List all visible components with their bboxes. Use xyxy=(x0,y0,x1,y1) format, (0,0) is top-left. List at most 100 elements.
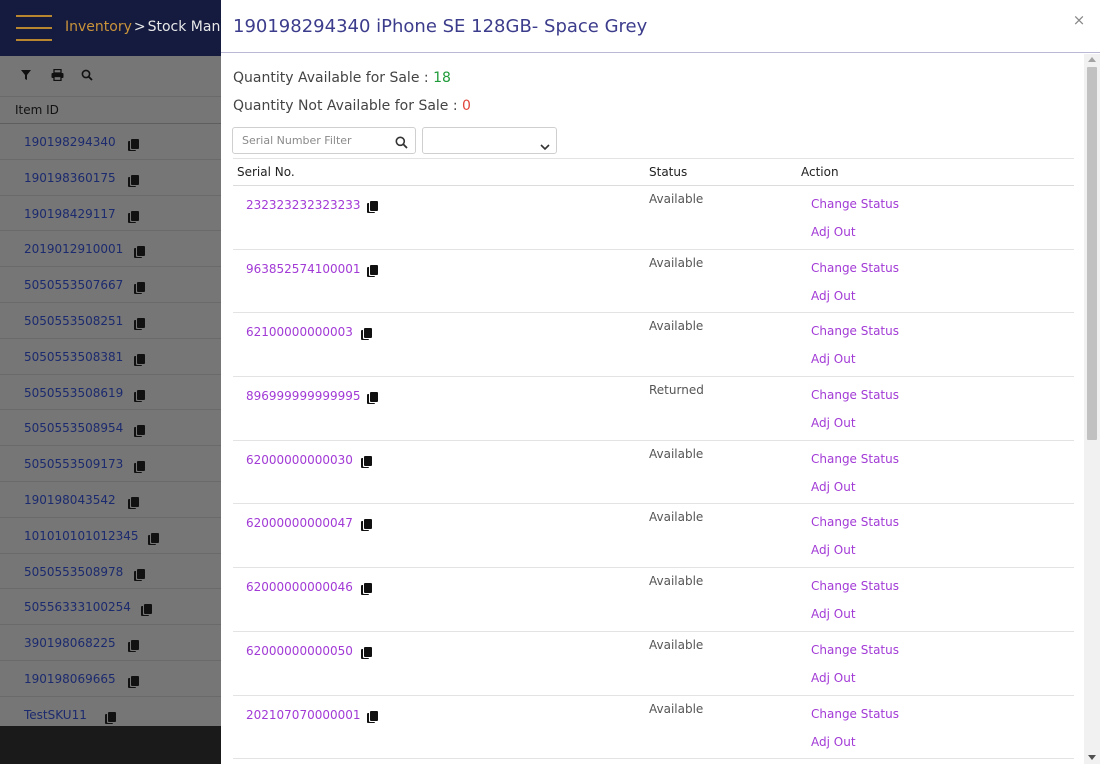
item-id-link[interactable]: 5050553508619 xyxy=(24,386,123,400)
copy-icon[interactable] xyxy=(134,243,146,259)
list-item[interactable]: 101010101012345 xyxy=(0,518,221,554)
item-id-link[interactable]: 5050553508381 xyxy=(24,350,123,364)
serial-number-filter-input[interactable] xyxy=(233,128,389,153)
change-status-link[interactable]: Change Status xyxy=(811,515,899,529)
search-icon[interactable] xyxy=(395,134,408,149)
item-id-link[interactable]: 190198043542 xyxy=(24,493,116,507)
scroll-down-arrow[interactable] xyxy=(1088,755,1096,760)
list-item[interactable]: 190198429117 xyxy=(0,196,221,232)
copy-icon[interactable] xyxy=(128,637,140,653)
print-icon[interactable] xyxy=(49,67,65,83)
copy-icon[interactable] xyxy=(105,709,117,724)
copy-icon[interactable] xyxy=(134,315,146,330)
copy-icon[interactable] xyxy=(134,422,146,438)
list-item[interactable]: 50556333100254 xyxy=(0,589,221,626)
scroll-up-arrow[interactable] xyxy=(1088,57,1096,62)
copy-icon[interactable] xyxy=(141,601,153,617)
item-id-link[interactable]: 5050553509173 xyxy=(24,457,123,471)
serial-number-link[interactable]: 62000000000030 xyxy=(246,453,353,467)
list-item[interactable]: 5050553508978 xyxy=(0,554,221,590)
item-id-link[interactable]: TestSKU11 xyxy=(24,708,87,722)
item-id-link[interactable]: 50556333100254 xyxy=(24,600,131,614)
change-status-link[interactable]: Change Status xyxy=(811,579,899,593)
status-filter-select[interactable] xyxy=(422,127,557,154)
copy-icon[interactable] xyxy=(134,351,146,366)
adj-out-link[interactable]: Adj Out xyxy=(811,735,856,749)
serial-number-link[interactable]: 62000000000050 xyxy=(246,644,353,658)
adj-out-link[interactable]: Adj Out xyxy=(811,607,856,621)
copy-icon[interactable] xyxy=(361,580,372,599)
adj-out-link[interactable]: Adj Out xyxy=(811,225,856,239)
item-id-link[interactable]: 190198294340 xyxy=(24,135,116,149)
copy-icon[interactable] xyxy=(361,453,372,472)
item-id-link[interactable]: 101010101012345 xyxy=(24,529,139,543)
serial-number-link[interactable]: 232323232323233 xyxy=(246,198,361,212)
list-item[interactable]: 190198069665 xyxy=(0,661,221,697)
adj-out-link[interactable]: Adj Out xyxy=(811,289,856,303)
copy-icon[interactable] xyxy=(128,208,140,223)
list-item[interactable]: 390198068225 xyxy=(0,625,221,661)
filter-icon[interactable] xyxy=(18,67,34,83)
copy-icon[interactable] xyxy=(134,387,146,402)
list-item[interactable]: 190198360175 xyxy=(0,160,221,196)
serial-number-link[interactable]: 963852574100001 xyxy=(246,262,361,276)
change-status-link[interactable]: Change Status xyxy=(811,707,899,721)
search-icon[interactable] xyxy=(79,67,95,83)
chevron-down-icon[interactable] xyxy=(540,136,550,151)
serial-number-link[interactable]: 62000000000046 xyxy=(246,580,353,594)
adj-out-link[interactable]: Adj Out xyxy=(811,543,856,557)
adj-out-link[interactable]: Adj Out xyxy=(811,671,856,685)
copy-icon[interactable] xyxy=(128,172,140,187)
item-id-link[interactable]: 5050553508978 xyxy=(24,565,123,579)
list-item[interactable]: 5050553508251 xyxy=(0,303,221,339)
copy-icon[interactable] xyxy=(367,198,378,217)
scrollbar-thumb[interactable] xyxy=(1087,67,1097,440)
serial-number-link[interactable]: 896999999999995 xyxy=(246,389,361,403)
list-item[interactable]: 5050553508954 xyxy=(0,410,221,447)
change-status-link[interactable]: Change Status xyxy=(811,261,899,275)
change-status-link[interactable]: Change Status xyxy=(811,452,899,466)
copy-icon[interactable] xyxy=(148,530,160,545)
adj-out-link[interactable]: Adj Out xyxy=(811,416,856,430)
item-id-link[interactable]: 5050553508954 xyxy=(24,421,123,435)
copy-icon[interactable] xyxy=(134,458,146,474)
copy-icon[interactable] xyxy=(361,516,372,535)
copy-icon[interactable] xyxy=(134,566,146,581)
copy-icon[interactable] xyxy=(128,136,140,151)
copy-icon[interactable] xyxy=(367,262,378,281)
list-item[interactable]: 190198294340 xyxy=(0,124,221,160)
serial-number-link[interactable]: 62000000000047 xyxy=(246,516,353,530)
list-item[interactable]: 2019012910001 xyxy=(0,231,221,268)
copy-icon[interactable] xyxy=(128,673,140,688)
item-id-link[interactable]: 190198429117 xyxy=(24,207,116,221)
hamburger-menu-icon[interactable] xyxy=(16,14,52,42)
copy-icon[interactable] xyxy=(367,708,378,727)
copy-icon[interactable] xyxy=(361,325,372,344)
close-icon[interactable]: × xyxy=(1072,13,1086,28)
copy-icon[interactable] xyxy=(128,494,140,509)
adj-out-link[interactable]: Adj Out xyxy=(811,480,856,494)
list-item[interactable]: 190198043542 xyxy=(0,482,221,518)
list-item[interactable]: 5050553508381 xyxy=(0,339,221,375)
item-id-link[interactable]: 190198360175 xyxy=(24,171,116,185)
change-status-link[interactable]: Change Status xyxy=(811,197,899,211)
copy-icon[interactable] xyxy=(367,389,378,408)
item-id-link[interactable]: 5050553507667 xyxy=(24,278,123,292)
item-id-link[interactable]: 2019012910001 xyxy=(24,242,123,256)
list-item[interactable]: 5050553509173 xyxy=(0,446,221,482)
item-id-link[interactable]: 390198068225 xyxy=(24,636,116,650)
item-id-link[interactable]: 190198069665 xyxy=(24,672,116,686)
copy-icon[interactable] xyxy=(361,644,372,663)
breadcrumb-inventory-link[interactable]: Inventory xyxy=(65,19,132,35)
item-id-link[interactable]: 5050553508251 xyxy=(24,314,123,328)
list-item[interactable]: 5050553508619 xyxy=(0,375,221,411)
serial-number-link[interactable]: 202107070000001 xyxy=(246,708,361,722)
scrollbar[interactable] xyxy=(1084,54,1100,764)
copy-icon[interactable] xyxy=(134,279,146,295)
list-item[interactable]: 5050553507667 xyxy=(0,267,221,303)
adj-out-link[interactable]: Adj Out xyxy=(811,352,856,366)
change-status-link[interactable]: Change Status xyxy=(811,388,899,402)
serial-number-link[interactable]: 62100000000003 xyxy=(246,325,353,339)
change-status-link[interactable]: Change Status xyxy=(811,324,899,338)
change-status-link[interactable]: Change Status xyxy=(811,643,899,657)
